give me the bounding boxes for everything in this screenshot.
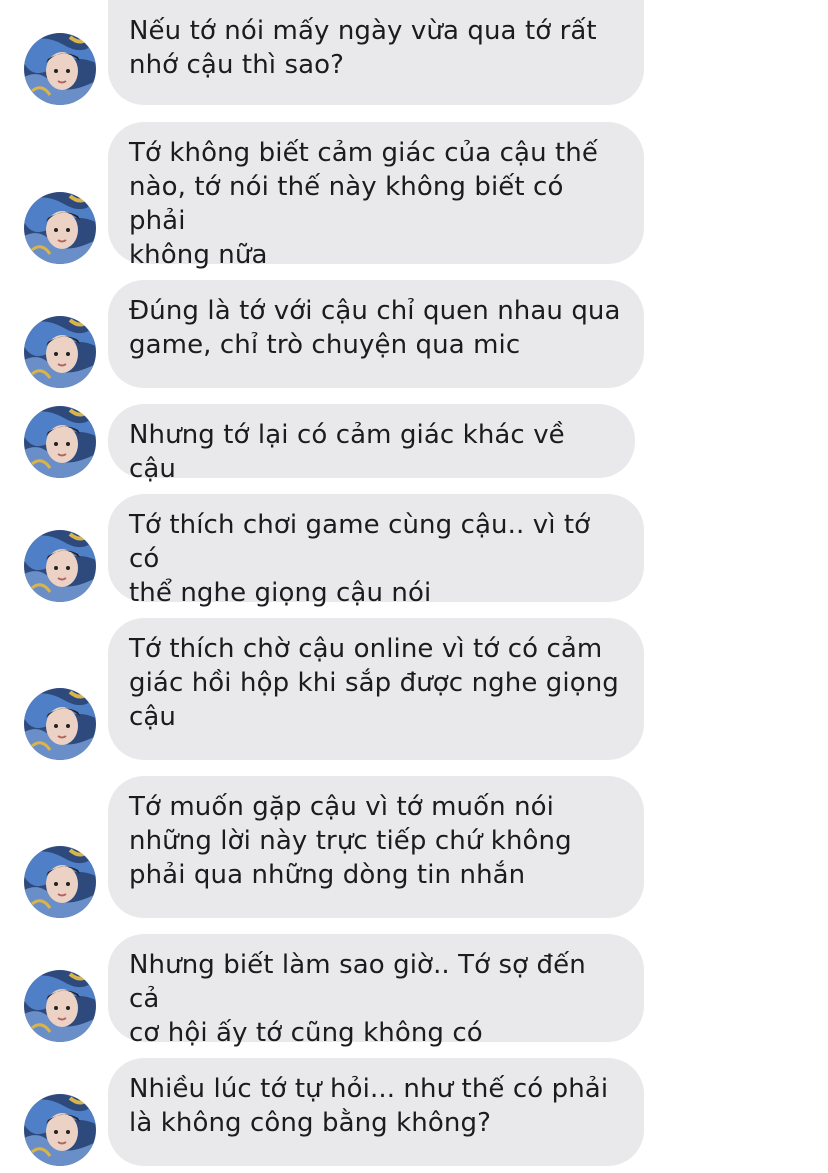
message-row: Tớ thích chơi game cùng cậu.. vì tớ có t… <box>0 494 828 608</box>
message-thread: Nếu tớ nói mấy ngày vừa qua tớ rất nhớ c… <box>0 0 828 1173</box>
contact-avatar-icon[interactable] <box>24 192 96 264</box>
message-row: Tớ thích chờ cậu online vì tớ có cảm giá… <box>0 618 828 760</box>
message-bubble[interactable]: Nhưng tớ lại có cảm giác khác về cậu <box>108 404 635 484</box>
message-bubble[interactable]: Đúng là tớ với cậu chỉ quen nhau qua gam… <box>108 280 644 388</box>
message-row: Nếu tớ nói mấy ngày vừa qua tớ rất nhớ c… <box>0 0 828 105</box>
contact-avatar-icon[interactable] <box>24 970 96 1042</box>
contact-avatar-icon[interactable] <box>24 406 96 478</box>
contact-avatar-icon[interactable] <box>24 33 96 105</box>
message-bubble[interactable]: Tớ muốn gặp cậu vì tớ muốn nói những lời… <box>108 776 644 918</box>
contact-avatar-icon[interactable] <box>24 316 96 388</box>
contact-avatar-icon[interactable] <box>24 530 96 602</box>
message-row: Đúng là tớ với cậu chỉ quen nhau qua gam… <box>0 280 828 388</box>
message-bubble[interactable]: Tớ thích chơi game cùng cậu.. vì tớ có t… <box>108 494 644 608</box>
message-bubble[interactable]: Tớ không biết cảm giác của cậu thế nào, … <box>108 122 644 270</box>
message-row: Nhưng biết làm sao giờ.. Tớ sợ đến cả cơ… <box>0 934 828 1048</box>
message-bubble[interactable]: Nhưng biết làm sao giờ.. Tớ sợ đến cả cơ… <box>108 934 644 1048</box>
message-row: Tớ muốn gặp cậu vì tớ muốn nói những lời… <box>0 776 828 918</box>
contact-avatar-icon[interactable] <box>24 1094 96 1166</box>
message-row: Nhưng tớ lại có cảm giác khác về cậu <box>0 404 828 484</box>
message-row: Nhiều lúc tớ tự hỏi... như thế có phải l… <box>0 1058 828 1166</box>
contact-avatar-icon[interactable] <box>24 688 96 760</box>
message-row: Tớ không biết cảm giác của cậu thế nào, … <box>0 122 828 270</box>
message-bubble[interactable]: Nhiều lúc tớ tự hỏi... như thế có phải l… <box>108 1058 644 1166</box>
message-bubble[interactable]: Nếu tớ nói mấy ngày vừa qua tớ rất nhớ c… <box>108 0 644 105</box>
message-bubble[interactable]: Tớ thích chờ cậu online vì tớ có cảm giá… <box>108 618 644 760</box>
contact-avatar-icon[interactable] <box>24 846 96 918</box>
